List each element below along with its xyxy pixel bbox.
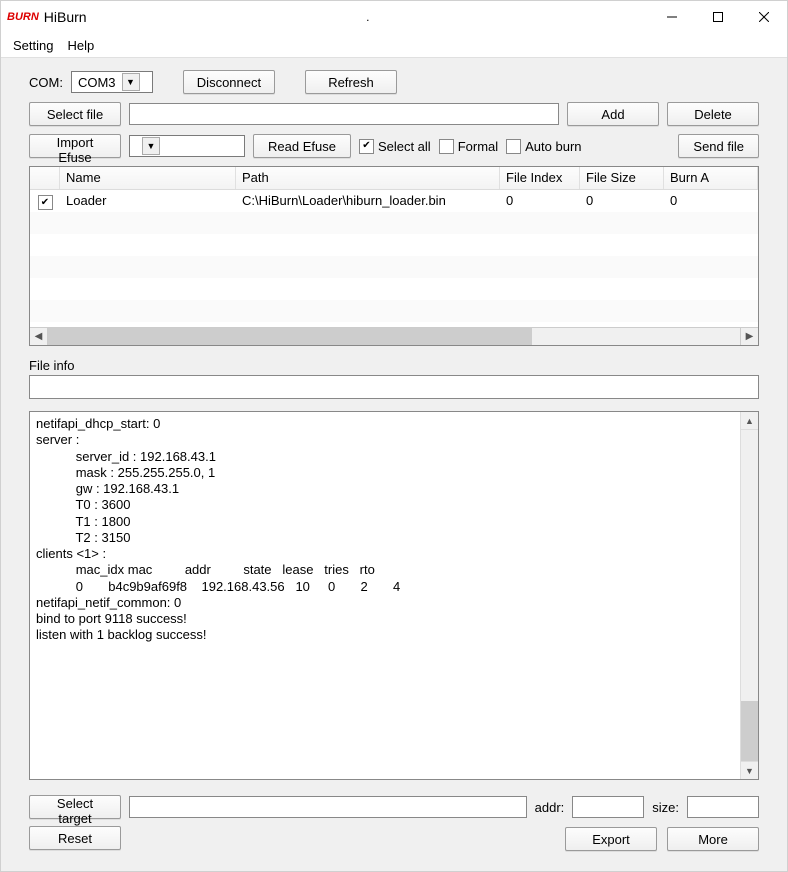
horizontal-scrollbar[interactable]: ◀ ▶ <box>30 327 758 345</box>
row-checkbox[interactable]: ✔ <box>30 190 60 212</box>
table-header-path[interactable]: Path <box>236 167 500 189</box>
bottom-section: Select target addr: size: Reset Export M… <box>29 794 759 857</box>
table-body: ✔ Loader C:\HiBurn\Loader\hiburn_loader.… <box>30 190 758 327</box>
chevron-down-icon: ▼ <box>122 73 140 91</box>
auto-burn-checkbox[interactable]: Auto burn <box>506 139 581 154</box>
minimize-icon <box>667 12 677 22</box>
send-file-button[interactable]: Send file <box>678 134 759 158</box>
size-label: size: <box>652 800 679 815</box>
table-row[interactable]: ✔ Loader C:\HiBurn\Loader\hiburn_loader.… <box>30 190 758 212</box>
refresh-button[interactable]: Refresh <box>305 70 397 94</box>
row-path: C:\HiBurn\Loader\hiburn_loader.bin <box>236 190 500 212</box>
checkbox-icon <box>506 139 521 154</box>
read-efuse-button[interactable]: Read Efuse <box>253 134 351 158</box>
scroll-thumb[interactable] <box>48 328 532 345</box>
title-center-dot: . <box>87 10 649 24</box>
maximize-button[interactable] <box>695 1 741 33</box>
row-burn-addr: 0 <box>664 190 758 212</box>
disconnect-button[interactable]: Disconnect <box>183 70 275 94</box>
vertical-scrollbar[interactable]: ▲ ▼ <box>740 412 758 779</box>
row-file-size: 0 <box>580 190 664 212</box>
maximize-icon <box>713 12 723 22</box>
app-window: BURN HiBurn . Setting Help COM: COM3 ▼ D… <box>0 0 788 872</box>
table-row <box>30 256 758 278</box>
file-info-label: File info <box>29 358 759 373</box>
checkbox-icon: ✔ <box>38 195 53 210</box>
titlebar: BURN HiBurn . <box>1 1 787 33</box>
checkbox-icon <box>359 139 374 154</box>
table-header-file-size[interactable]: File Size <box>580 167 664 189</box>
formal-label: Formal <box>458 139 498 154</box>
import-efuse-button[interactable]: Import Efuse <box>29 134 121 158</box>
table-row <box>30 278 758 300</box>
table-row <box>30 234 758 256</box>
row-file-index: 0 <box>500 190 580 212</box>
scroll-track[interactable] <box>741 430 758 761</box>
window-controls <box>649 1 787 33</box>
close-icon <box>759 12 769 22</box>
select-all-checkbox[interactable]: Select all <box>359 139 431 154</box>
file-path-input[interactable] <box>129 103 559 125</box>
select-all-label: Select all <box>378 139 431 154</box>
chevron-down-icon: ▼ <box>142 137 160 155</box>
addr-input[interactable] <box>572 796 644 818</box>
com-select-value: COM3 <box>78 75 116 90</box>
window-title: HiBurn <box>44 9 87 25</box>
com-select[interactable]: COM3 ▼ <box>71 71 153 93</box>
select-target-button[interactable]: Select target <box>29 795 121 819</box>
scroll-left-icon[interactable]: ◀ <box>30 328 48 345</box>
scroll-up-icon[interactable]: ▲ <box>741 412 758 430</box>
scroll-down-icon[interactable]: ▼ <box>741 761 758 779</box>
file-info-box <box>29 375 759 399</box>
table-header-burn-addr[interactable]: Burn A <box>664 167 758 189</box>
size-input[interactable] <box>687 796 759 818</box>
addr-label: addr: <box>535 800 565 815</box>
more-button[interactable]: More <box>667 827 759 851</box>
export-button[interactable]: Export <box>565 827 657 851</box>
file-table: Name Path File Index File Size Burn A ✔ … <box>29 166 759 346</box>
table-header-file-index[interactable]: File Index <box>500 167 580 189</box>
delete-button[interactable]: Delete <box>667 102 759 126</box>
client-area: COM: COM3 ▼ Disconnect Refresh Select fi… <box>1 57 787 871</box>
menu-setting[interactable]: Setting <box>13 38 53 53</box>
table-header: Name Path File Index File Size Burn A <box>30 167 758 190</box>
row-name: Loader <box>60 190 236 212</box>
menu-help[interactable]: Help <box>67 38 94 53</box>
table-row <box>30 300 758 322</box>
checkbox-icon <box>439 139 454 154</box>
formal-checkbox[interactable]: Formal <box>439 139 498 154</box>
table-row <box>30 212 758 234</box>
com-label: COM: <box>29 75 63 90</box>
close-button[interactable] <box>741 1 787 33</box>
menubar: Setting Help <box>1 33 787 57</box>
scroll-thumb[interactable] <box>741 701 758 761</box>
table-header-check[interactable] <box>30 167 60 189</box>
minimize-button[interactable] <box>649 1 695 33</box>
scroll-right-icon[interactable]: ▶ <box>740 328 758 345</box>
scroll-track[interactable] <box>48 328 740 345</box>
target-input[interactable] <box>129 796 527 818</box>
add-button[interactable]: Add <box>567 102 659 126</box>
reset-button[interactable]: Reset <box>29 826 121 850</box>
bottom-right-buttons: Export More <box>565 827 759 851</box>
app-logo: BURN <box>7 11 39 23</box>
log-output[interactable]: netifapi_dhcp_start: 0 server : server_i… <box>30 412 740 779</box>
select-file-button[interactable]: Select file <box>29 102 121 126</box>
log-panel: netifapi_dhcp_start: 0 server : server_i… <box>29 411 759 780</box>
efuse-select[interactable]: ▼ <box>129 135 245 157</box>
auto-burn-label: Auto burn <box>525 139 581 154</box>
table-header-name[interactable]: Name <box>60 167 236 189</box>
